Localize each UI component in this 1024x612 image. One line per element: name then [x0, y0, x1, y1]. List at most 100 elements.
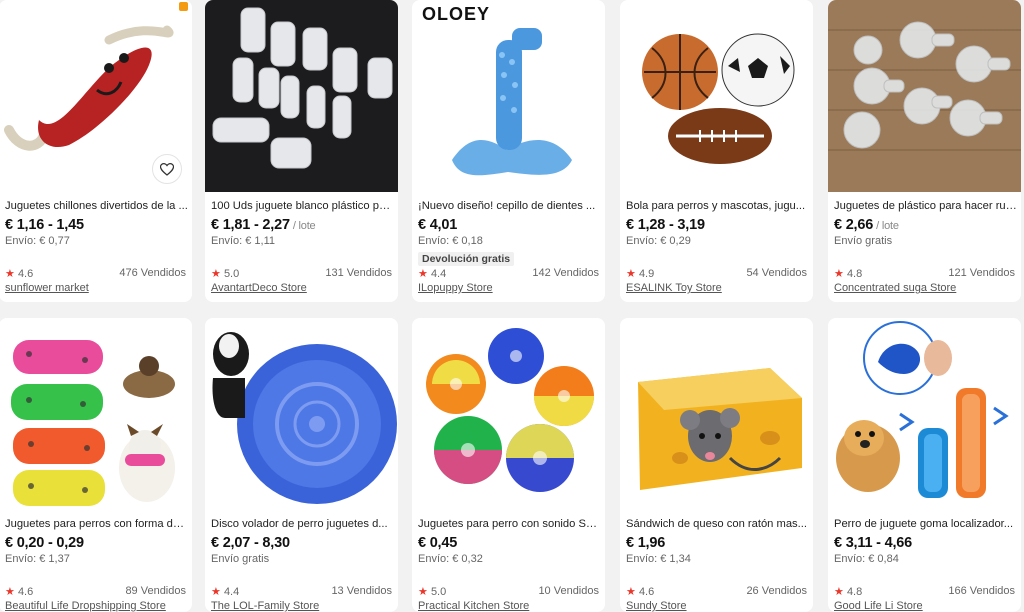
rating-row: ★ 4.8 121 Vendidos: [834, 267, 1015, 281]
rating-value: 4.8: [846, 268, 863, 280]
rating-row: ★ 4.6 26 Vendidos: [626, 585, 807, 599]
product-price: € 2,07 - 8,30: [211, 535, 290, 551]
shipping-info: Envío gratis: [211, 553, 270, 565]
product-title[interactable]: Disco volador de perro juguetes d...: [211, 517, 394, 531]
product-image[interactable]: OLOEY: [412, 0, 605, 192]
product-card[interactable]: Juguetes chillones divertidos de la ... …: [0, 0, 192, 302]
product-card[interactable]: Juguetes de plástico para hacer rui... €…: [828, 0, 1021, 302]
product-image[interactable]: [620, 318, 813, 510]
star-icon: ★: [834, 268, 844, 280]
wishlist-button[interactable]: [152, 154, 182, 184]
shipping-info: Envío: € 0,18: [418, 235, 483, 247]
star-icon: ★: [626, 586, 636, 598]
product-image[interactable]: [828, 318, 1021, 510]
rating-row: ★ 4.6 476 Vendidos: [5, 267, 186, 281]
product-price: € 1,28 - 3,19: [626, 217, 705, 233]
product-image[interactable]: [0, 0, 192, 192]
product-card[interactable]: Juguetes para perros con forma de... € 0…: [0, 318, 192, 612]
rating-value: 4.4: [430, 268, 447, 280]
product-image[interactable]: [205, 318, 398, 510]
product-card[interactable]: Disco volador de perro juguetes d... € 2…: [205, 318, 398, 612]
product-price: € 1,81 - 2,27/ lote: [211, 217, 316, 233]
product-title[interactable]: Juguetes para perros con forma de...: [5, 517, 188, 531]
rating-value: 4.8: [846, 586, 863, 598]
product-price: € 1,16 - 1,45: [5, 217, 84, 233]
product-image[interactable]: [205, 0, 398, 192]
product-card[interactable]: Juguetes para perro con sonido Sq... € 0…: [412, 318, 605, 612]
store-link[interactable]: Good Life Li Store: [834, 600, 923, 612]
store-link[interactable]: sunflower market: [5, 282, 89, 294]
rating-row: ★ 4.6 89 Vendidos: [5, 585, 186, 599]
store-link[interactable]: The LOL-Family Store: [211, 600, 319, 612]
rating-row: ★ 4.4 142 Vendidos: [418, 267, 599, 281]
star-icon: ★: [211, 586, 221, 598]
shipping-info: Envío: € 0,84: [834, 553, 899, 565]
product-title[interactable]: Perro de juguete goma localizador...: [834, 517, 1017, 531]
sold-count: 166 Vendidos: [948, 585, 1015, 597]
product-card[interactable]: Bola para perros y mascotas, jugu... € 1…: [620, 0, 813, 302]
product-price: € 4,01: [418, 217, 458, 233]
star-icon: ★: [211, 268, 221, 280]
rating-row: ★ 4.4 13 Vendidos: [211, 585, 392, 599]
sold-count: 89 Vendidos: [125, 585, 186, 597]
star-icon: ★: [418, 268, 428, 280]
product-grid: Juguetes chillones divertidos de la ... …: [0, 0, 1024, 612]
product-title[interactable]: Juguetes para perro con sonido Sq...: [418, 517, 601, 531]
free-return-badge: Devolución gratis: [418, 252, 515, 266]
shipping-info: Envío: € 1,34: [626, 553, 691, 565]
rating-value: 4.4: [223, 586, 240, 598]
shipping-info: Envío: € 1,37: [5, 553, 70, 565]
product-title[interactable]: 100 Uds juguete blanco plástico pe...: [211, 199, 394, 213]
star-icon: ★: [418, 586, 428, 598]
store-link[interactable]: Practical Kitchen Store: [418, 600, 529, 612]
rating-row: ★ 5.0 10 Vendidos: [418, 585, 599, 599]
rating-value: 4.6: [638, 586, 655, 598]
sold-count: 131 Vendidos: [325, 267, 392, 279]
store-link[interactable]: ILopuppy Store: [418, 282, 493, 294]
sold-count: 13 Vendidos: [331, 585, 392, 597]
sold-count: 476 Vendidos: [119, 267, 186, 279]
product-title[interactable]: Juguetes chillones divertidos de la ...: [5, 199, 188, 213]
rating-value: 4.9: [638, 268, 655, 280]
sold-count: 142 Vendidos: [532, 267, 599, 279]
sold-count: 121 Vendidos: [948, 267, 1015, 279]
product-title[interactable]: Bola para perros y mascotas, jugu...: [626, 199, 809, 213]
product-image[interactable]: [412, 318, 605, 510]
store-link[interactable]: ESALINK Toy Store: [626, 282, 722, 294]
rating-row: ★ 4.8 166 Vendidos: [834, 585, 1015, 599]
product-card[interactable]: Perro de juguete goma localizador... € 3…: [828, 318, 1021, 612]
store-link[interactable]: AvantartDeco Store: [211, 282, 307, 294]
store-link[interactable]: Concentrated suga Store: [834, 282, 956, 294]
product-price: € 2,66/ lote: [834, 217, 899, 233]
ad-badge-icon: [179, 2, 188, 11]
product-image[interactable]: [828, 0, 1021, 192]
shipping-info: Envío: € 0,29: [626, 235, 691, 247]
heart-icon: [160, 162, 174, 176]
store-link[interactable]: Sundy Store: [626, 600, 687, 612]
product-image[interactable]: [0, 318, 192, 510]
rating-value: 4.6: [17, 586, 34, 598]
product-title[interactable]: ¡Nuevo diseño! cepillo de dientes ...: [418, 199, 601, 213]
product-card[interactable]: OLOEY ¡Nuevo diseño! cepillo de dientes …: [412, 0, 605, 302]
shipping-info: Envío: € 1,11: [211, 235, 276, 247]
sold-count: 26 Vendidos: [746, 585, 807, 597]
rating-value: 5.0: [223, 268, 240, 280]
rating-row: ★ 4.9 54 Vendidos: [626, 267, 807, 281]
product-price: € 0,20 - 0,29: [5, 535, 84, 551]
sold-count: 54 Vendidos: [746, 267, 807, 279]
shipping-info: Envío: € 0,32: [418, 553, 483, 565]
store-link[interactable]: Beautiful Life Dropshipping Store: [5, 600, 166, 612]
product-card[interactable]: 100 Uds juguete blanco plástico pe... € …: [205, 0, 398, 302]
rating-value: 4.6: [17, 268, 34, 280]
product-image[interactable]: [620, 0, 813, 192]
star-icon: ★: [5, 586, 15, 598]
product-price: € 1,96: [626, 535, 666, 551]
star-icon: ★: [5, 268, 15, 280]
product-card[interactable]: Sándwich de queso con ratón mas... € 1,9…: [620, 318, 813, 612]
product-title[interactable]: Sándwich de queso con ratón mas...: [626, 517, 809, 531]
product-title[interactable]: Juguetes de plástico para hacer rui...: [834, 199, 1017, 213]
shipping-info: Envío gratis: [834, 235, 893, 247]
rating-value: 5.0: [430, 586, 447, 598]
star-icon: ★: [626, 268, 636, 280]
product-price: € 0,45: [418, 535, 458, 551]
